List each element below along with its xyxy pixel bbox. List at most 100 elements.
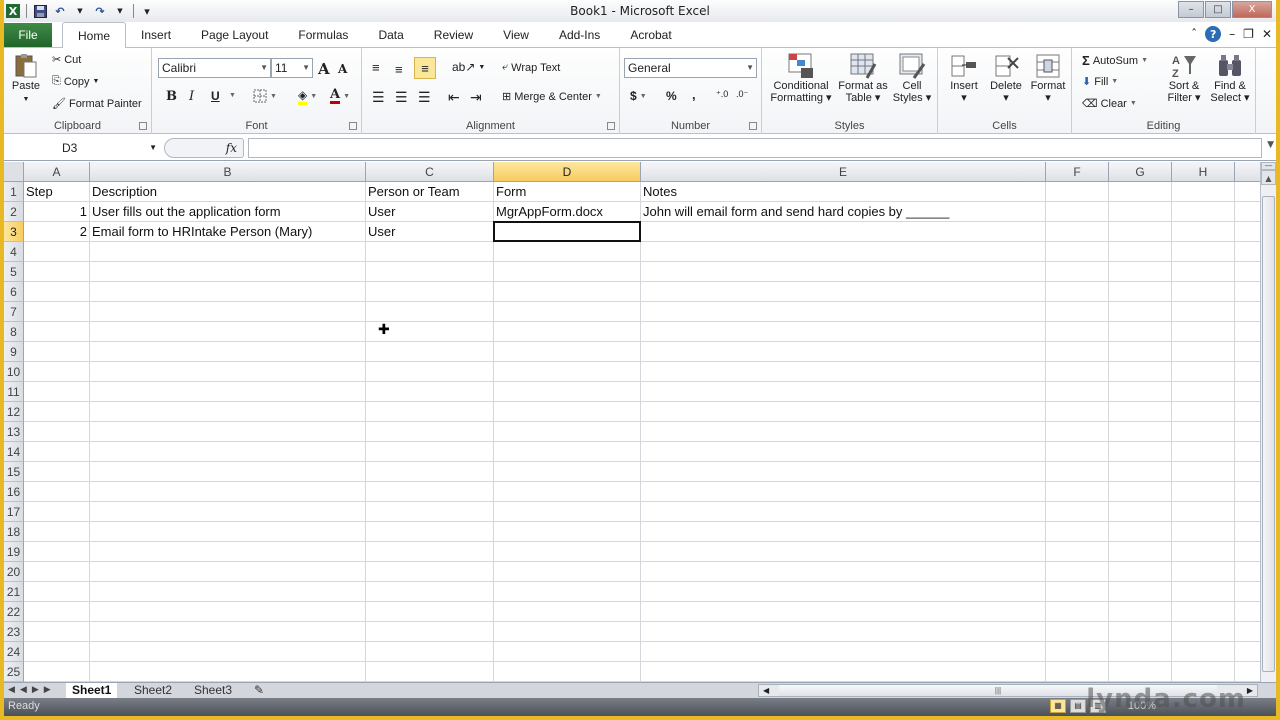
cell-b2[interactable]: User fills out the application form [90,202,366,222]
cell-i7[interactable] [1235,302,1260,322]
cell-g6[interactable] [1109,282,1172,302]
cell-d18[interactable] [494,522,641,542]
cell-b18[interactable] [90,522,366,542]
cell-e14[interactable] [641,442,1046,462]
cell-h8[interactable] [1172,322,1235,342]
cell-i18[interactable] [1235,522,1260,542]
tab-file[interactable]: File [4,23,52,47]
help-icon[interactable]: ? [1205,26,1222,42]
cell-a8[interactable] [24,322,90,342]
cell-e8[interactable] [641,322,1046,342]
column-header-c[interactable]: C [366,162,494,182]
cell-i11[interactable] [1235,382,1260,402]
cell-g23[interactable] [1109,622,1172,642]
tab-formulas[interactable]: Formulas [283,23,363,47]
paste-button[interactable]: Paste ▼ [8,52,44,106]
copy-button[interactable]: ⎘ Copy ▼ [52,75,99,88]
bold-button[interactable]: B [166,89,177,104]
cell-h6[interactable] [1172,282,1235,302]
cell-c13[interactable] [366,422,494,442]
cell-e12[interactable] [641,402,1046,422]
cell-f18[interactable] [1046,522,1109,542]
cell-h23[interactable] [1172,622,1235,642]
cut-button[interactable]: ✂ Cut [52,53,81,67]
cell-d22[interactable] [494,602,641,622]
cell-e3[interactable] [641,222,1046,242]
cell-b7[interactable] [90,302,366,322]
workbook-close-icon[interactable]: ✕ [1262,27,1272,41]
number-format-select[interactable]: General ▼ [624,58,757,78]
cell-g14[interactable] [1109,442,1172,462]
cell-g9[interactable] [1109,342,1172,362]
merge-center-button[interactable]: ⊞ Merge & Center ▼ [502,90,602,104]
cell-b13[interactable] [90,422,366,442]
align-top-button[interactable]: ≡ [372,60,380,75]
cell-e5[interactable] [641,262,1046,282]
currency-button[interactable]: $ ▼ [630,89,647,103]
fill-color-button[interactable]: ◈ ▼ [298,88,317,105]
font-dialog-launcher[interactable] [349,122,357,130]
cell-a1[interactable]: Step [24,182,90,202]
cell-g16[interactable] [1109,482,1172,502]
minimize-ribbon-icon[interactable]: ˆ [1191,27,1197,41]
cell-g2[interactable] [1109,202,1172,222]
cell-f1[interactable] [1046,182,1109,202]
cell-d10[interactable] [494,362,641,382]
row-header-15[interactable]: 15 [4,462,24,482]
save-icon[interactable] [33,4,47,18]
autosum-button[interactable]: Σ AutoSum ▼ [1082,53,1148,68]
cell-d17[interactable] [494,502,641,522]
cell-d9[interactable] [494,342,641,362]
split-handle[interactable]: — [1261,162,1276,170]
cell-a21[interactable] [24,582,90,602]
cell-b12[interactable] [90,402,366,422]
cell-e7[interactable] [641,302,1046,322]
workbook-restore-icon[interactable]: ❐ [1243,27,1254,41]
cell-c24[interactable] [366,642,494,662]
cell-g8[interactable] [1109,322,1172,342]
cell-c22[interactable] [366,602,494,622]
row-header-6[interactable]: 6 [4,282,24,302]
cell-a15[interactable] [24,462,90,482]
column-header-h[interactable]: H [1172,162,1235,182]
tab-review[interactable]: Review [419,23,488,47]
cell-c2[interactable]: User [366,202,494,222]
column-header-i[interactable] [1235,162,1260,182]
cell-c18[interactable] [366,522,494,542]
cell-g5[interactable] [1109,262,1172,282]
cell-a19[interactable] [24,542,90,562]
cell-c11[interactable] [366,382,494,402]
cell-d25[interactable] [494,662,641,682]
cell-d5[interactable] [494,262,641,282]
comma-button[interactable]: , [692,87,696,102]
row-header-14[interactable]: 14 [4,442,24,462]
cell-h3[interactable] [1172,222,1235,242]
cell-f9[interactable] [1046,342,1109,362]
redo-icon[interactable]: ↷ [93,4,107,18]
cell-d2[interactable]: MgrAppForm.docx [494,202,641,222]
cell-h15[interactable] [1172,462,1235,482]
name-box[interactable]: D3 ▼ [4,138,159,158]
cell-c14[interactable] [366,442,494,462]
cell-g1[interactable] [1109,182,1172,202]
font-color-button[interactable]: A ▼ [330,88,350,104]
cell-g13[interactable] [1109,422,1172,442]
cell-h16[interactable] [1172,482,1235,502]
cell-h25[interactable] [1172,662,1235,682]
cell-c19[interactable] [366,542,494,562]
tab-acrobat[interactable]: Acrobat [615,23,686,47]
column-header-g[interactable]: G [1109,162,1172,182]
row-header-2[interactable]: 2 [4,202,24,222]
cell-a18[interactable] [24,522,90,542]
cell-b5[interactable] [90,262,366,282]
vertical-scrollbar[interactable]: — ▲ [1260,162,1276,682]
decrease-decimal-button[interactable]: .0⁻ [736,89,748,100]
formula-input[interactable] [248,138,1262,158]
cell-g11[interactable] [1109,382,1172,402]
tab-page-layout[interactable]: Page Layout [186,23,283,47]
page-layout-view-button[interactable]: ▤ [1070,699,1086,713]
cell-g25[interactable] [1109,662,1172,682]
tab-data[interactable]: Data [363,23,418,47]
worksheet-grid[interactable]: A B C D E F G H 1 Step Description Person or Team Fo… [4,162,1260,682]
sheet-tab-1[interactable]: Sheet1 [66,683,118,699]
